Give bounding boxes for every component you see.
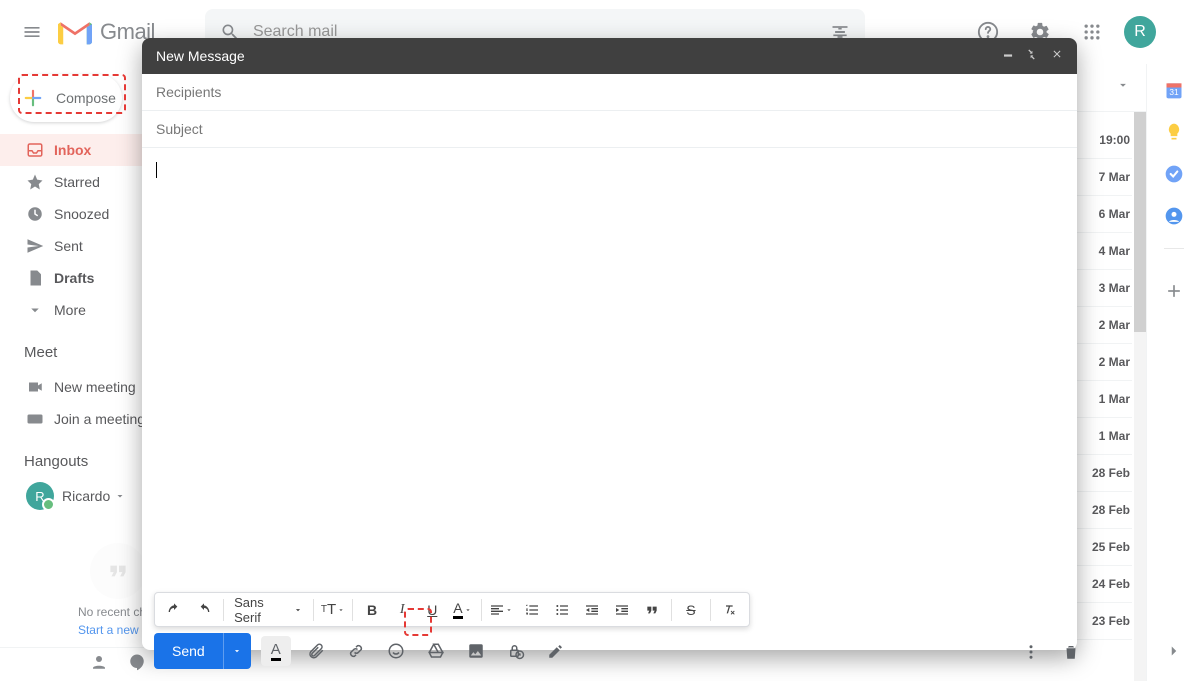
redo-button[interactable] (191, 596, 217, 624)
more-vert-icon (1022, 643, 1040, 661)
video-icon (26, 378, 44, 396)
send-button[interactable]: Send (154, 633, 251, 669)
underline-button[interactable]: U (419, 596, 445, 624)
undo-button[interactable] (161, 596, 187, 624)
account-avatar[interactable]: R (1124, 16, 1156, 48)
close-button[interactable] (1051, 48, 1063, 64)
right-rail: 31 (1146, 64, 1200, 681)
indent-more-icon (614, 602, 630, 618)
bold-button[interactable]: B (359, 596, 385, 624)
main-menu-button[interactable] (10, 10, 54, 54)
emoji-icon (387, 642, 405, 660)
fullscreen-button[interactable] (1026, 48, 1037, 64)
font-selector[interactable]: Sans Serif (230, 595, 307, 625)
undo-icon (166, 602, 182, 618)
indent-more-button[interactable] (609, 596, 635, 624)
compose-header[interactable]: New Message ━ (142, 38, 1077, 74)
svg-text:31: 31 (1169, 87, 1179, 97)
drive-icon (427, 642, 445, 660)
quote-icon (644, 602, 660, 618)
more-options-button[interactable] (1016, 637, 1046, 667)
clock-icon (26, 205, 44, 223)
paperclip-icon (307, 642, 325, 660)
compose-window: New Message ━ Recipients Subject (142, 38, 1077, 650)
italic-button[interactable]: I (389, 596, 415, 624)
text-cursor (156, 162, 157, 178)
star-icon (26, 173, 44, 191)
compose-title: New Message (156, 48, 245, 64)
strikethrough-button[interactable]: S (678, 596, 704, 624)
drafts-icon (26, 269, 44, 287)
hamburger-icon (22, 22, 42, 42)
keyboard-icon (26, 410, 44, 428)
inbox-icon (26, 141, 44, 159)
hangouts-avatar: R (26, 482, 54, 510)
person-icon[interactable] (90, 653, 108, 676)
bulleted-list-icon (554, 602, 570, 618)
compose-body[interactable] (142, 148, 1077, 650)
tasks-icon[interactable] (1164, 164, 1184, 184)
font-size-button[interactable]: TT (320, 596, 346, 624)
pen-icon (547, 642, 565, 660)
close-icon (1051, 48, 1063, 60)
calendar-icon[interactable]: 31 (1164, 80, 1184, 100)
remove-formatting-button[interactable] (717, 596, 743, 624)
image-icon (467, 642, 485, 660)
align-icon (489, 602, 505, 618)
bulleted-list-button[interactable] (549, 596, 575, 624)
send-options-button[interactable] (223, 633, 251, 669)
text-color-button[interactable]: A (449, 596, 475, 624)
formatting-toolbar: Sans Serif TT B I U A S (154, 592, 750, 627)
quote-icon (105, 558, 131, 584)
redo-icon (196, 602, 212, 618)
send-row: Send A (154, 633, 571, 669)
subject-field[interactable]: Subject (142, 111, 1077, 148)
hangouts-icon[interactable] (128, 653, 146, 676)
minimize-button[interactable]: ━ (1004, 48, 1012, 64)
indent-less-icon (584, 602, 600, 618)
indent-less-button[interactable] (579, 596, 605, 624)
compose-right-actions (1016, 637, 1086, 667)
compose-label: Compose (56, 90, 116, 106)
quote-button[interactable] (639, 596, 665, 624)
align-button[interactable] (488, 596, 514, 624)
lock-clock-icon (507, 642, 525, 660)
insert-link-button[interactable] (341, 636, 371, 666)
formatting-toggle-button[interactable]: A (261, 636, 291, 666)
confidential-mode-button[interactable] (501, 636, 531, 666)
collapse-icon (1026, 49, 1037, 60)
attach-file-button[interactable] (301, 636, 331, 666)
numbered-list-icon (524, 602, 540, 618)
recipients-field[interactable]: Recipients (142, 74, 1077, 111)
scrollbar-thumb[interactable] (1134, 112, 1146, 332)
collapse-rail-button[interactable] (1154, 631, 1194, 671)
gmail-logo[interactable]: Gmail (58, 18, 155, 46)
link-icon (347, 642, 365, 660)
insert-signature-button[interactable] (541, 636, 571, 666)
dropdown-caret-icon (114, 490, 126, 502)
chevron-down-icon (26, 301, 44, 319)
mail-settings-dropdown[interactable] (1116, 78, 1130, 97)
apps-grid-icon (1082, 22, 1102, 42)
discard-draft-button[interactable] (1056, 637, 1086, 667)
keep-icon[interactable] (1164, 122, 1184, 142)
insert-photo-button[interactable] (461, 636, 491, 666)
compose-plus-icon (20, 85, 46, 111)
recent-chats-bubble (90, 543, 146, 599)
apps-button[interactable] (1072, 12, 1112, 52)
insert-emoji-button[interactable] (381, 636, 411, 666)
gmail-logo-icon (58, 18, 92, 46)
trash-icon (1062, 643, 1080, 661)
contacts-icon[interactable] (1164, 206, 1184, 226)
compose-button[interactable]: Compose (10, 74, 122, 122)
add-addon-button[interactable] (1154, 271, 1194, 311)
send-icon (26, 237, 44, 255)
insert-drive-button[interactable] (421, 636, 451, 666)
clear-format-icon (722, 602, 738, 618)
numbered-list-button[interactable] (518, 596, 544, 624)
